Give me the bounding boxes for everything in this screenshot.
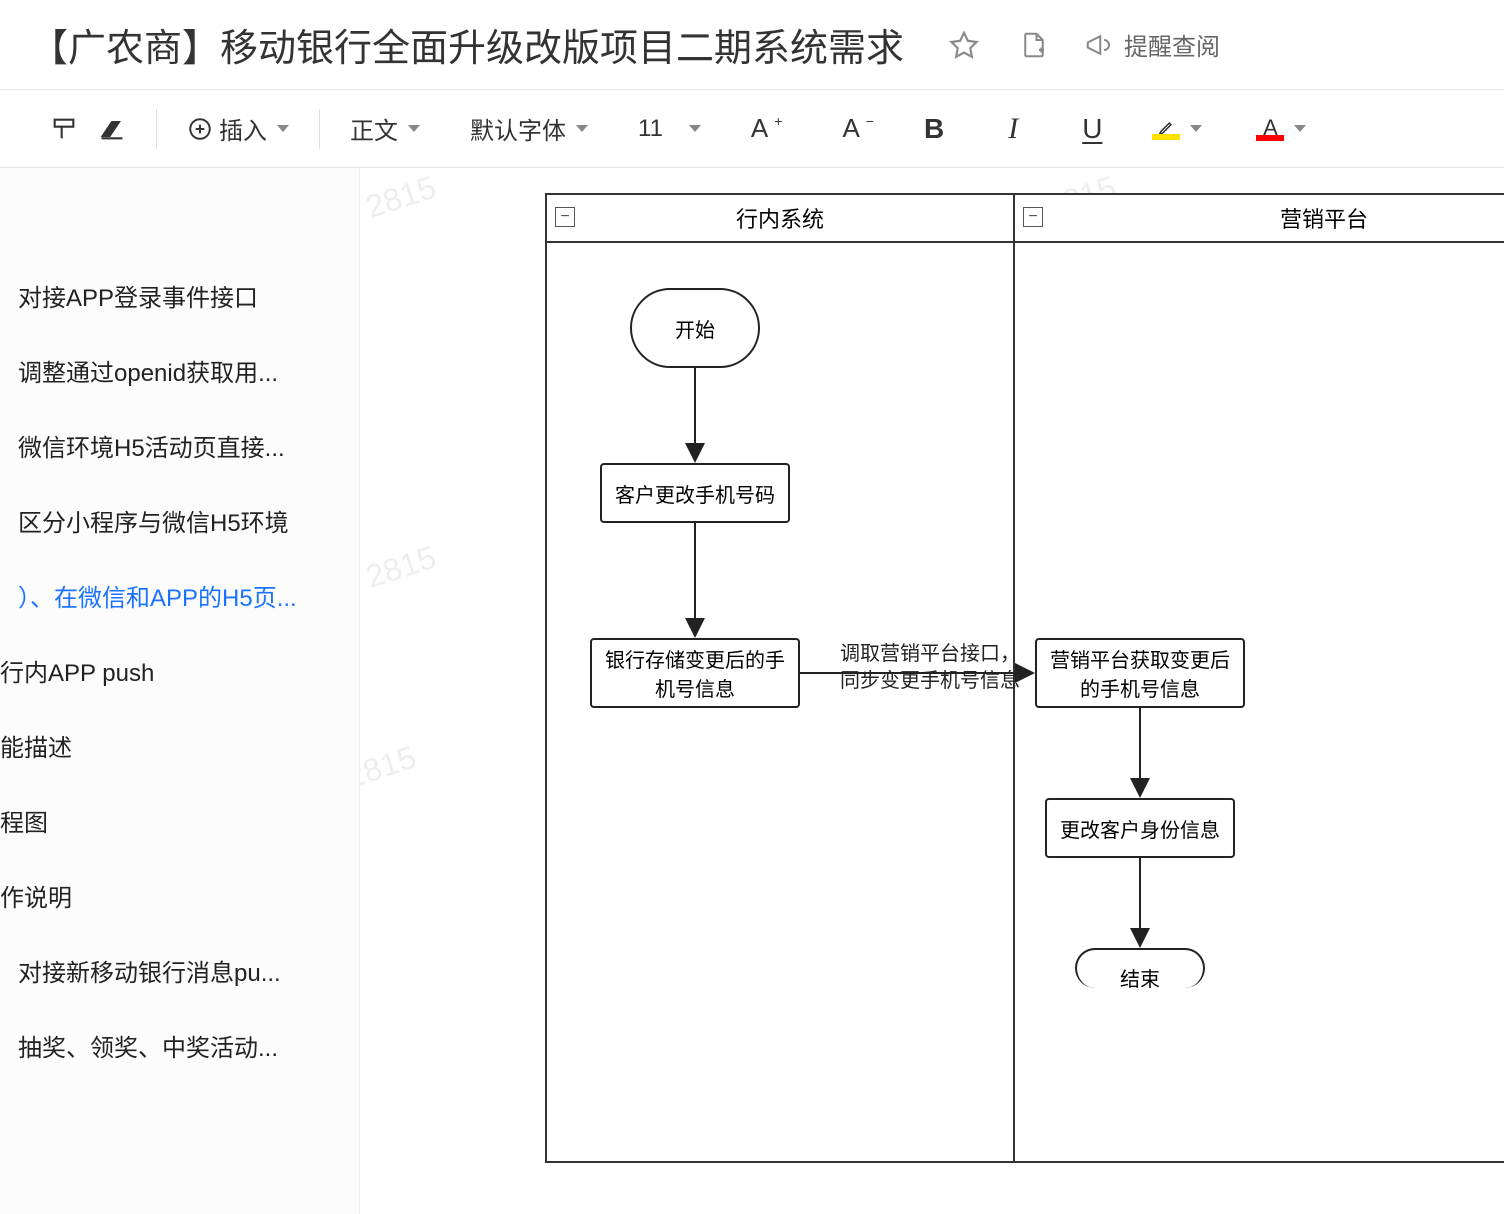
outline-item[interactable]: 程图 (0, 783, 359, 858)
outline-item[interactable]: ）、在微信和APP的H5页... (0, 558, 359, 633)
style-label: 正文 (350, 111, 398, 146)
italic-button[interactable]: I (1008, 109, 1018, 149)
flow-step2: 银行存储变更后的手机号信息 (590, 638, 800, 708)
flow-edge-label: 调取营销平台接口，同步变更手机号信息 (835, 641, 1025, 695)
paragraph-style-select[interactable]: 正文 (350, 109, 420, 149)
flow-end: 结束 (1075, 948, 1205, 988)
collapse-icon[interactable]: − (1023, 207, 1043, 227)
size-label: 11 (638, 115, 663, 143)
step2-label: 银行存储变更后的手机号信息 (600, 644, 790, 702)
start-label: 开始 (675, 314, 715, 343)
decrease-font-button[interactable]: A− (842, 109, 874, 149)
flowchart: − 行内系统 − 营销平台 开始 客户更改手机号码 银行存储变更后的手机号信息 … (545, 193, 1504, 1193)
flow-step3: 营销平台获取变更后的手机号信息 (1035, 638, 1245, 708)
font-color-button[interactable]: A (1256, 109, 1306, 149)
font-size-select[interactable]: 11 (638, 109, 701, 149)
chevron-down-icon (576, 125, 588, 132)
format-painter-button[interactable] (50, 109, 78, 149)
lane-b-title: 营销平台 (1280, 202, 1368, 234)
highlight-color-button[interactable] (1152, 109, 1202, 149)
clear-format-button[interactable] (98, 109, 126, 149)
swimlane-header-b: − 营销平台 (1015, 195, 1504, 243)
font-label: 默认字体 (470, 111, 566, 146)
watermark: 尚攀(Chris) 2815 (360, 168, 441, 280)
insert-button[interactable]: 插入 (187, 109, 289, 149)
step1-label: 客户更改手机号码 (615, 479, 775, 508)
outline-item[interactable]: 对接APP登录事件接口 (0, 258, 359, 333)
remind-button[interactable]: 提醒查阅 (1084, 27, 1220, 62)
flow-start: 开始 (630, 288, 760, 368)
star-icon[interactable] (944, 25, 984, 65)
outline-item[interactable]: 调整通过openid获取用... (0, 333, 359, 408)
outline-item[interactable]: 行内APP push (0, 633, 359, 708)
outline-item[interactable]: 作说明 (0, 858, 359, 933)
flow-step4: 更改客户身份信息 (1045, 798, 1235, 858)
outline-item[interactable]: 能描述 (0, 708, 359, 783)
outline-item[interactable]: 对接新移动银行消息pu... (0, 933, 359, 1008)
chevron-down-icon (408, 125, 420, 132)
chevron-down-icon (1294, 125, 1306, 132)
megaphone-icon (1084, 30, 1114, 60)
step4-label: 更改客户身份信息 (1060, 814, 1220, 843)
outline-item[interactable]: 区分小程序与微信H5环境 (0, 483, 359, 558)
document-header: 【广农商】移动银行全面升级改版项目二期系统需求 提醒查阅 (0, 0, 1504, 90)
toolbar-separator (156, 109, 157, 149)
end-label: 结束 (1120, 963, 1160, 989)
chevron-down-icon (689, 125, 701, 132)
collapse-icon[interactable]: − (555, 207, 575, 227)
formatting-toolbar: 插入 正文 默认字体 11 A+ A− B I U (0, 90, 1504, 168)
bold-button[interactable]: B (924, 109, 944, 149)
document-body: 对接APP登录事件接口调整通过openid获取用...微信环境H5活动页直接..… (0, 168, 1504, 1214)
chevron-down-icon (1190, 125, 1202, 132)
watermark: 尚攀(Chris) 2815 (360, 732, 421, 850)
header-actions: 提醒查阅 (944, 25, 1220, 65)
new-doc-icon[interactable] (1014, 25, 1054, 65)
insert-label: 插入 (219, 111, 267, 146)
lane-a-title: 行内系统 (736, 202, 824, 234)
toolbar-separator (319, 109, 320, 149)
font-family-select[interactable]: 默认字体 (470, 109, 588, 149)
underline-button[interactable]: U (1082, 109, 1102, 149)
swimlane-header-a: − 行内系统 (547, 195, 1013, 243)
document-canvas[interactable]: 尚攀(Chris) 2815 尚攀(Chris) 2815 尚攀(Chris) … (360, 168, 1504, 1214)
outline-item[interactable]: 微信环境H5活动页直接... (0, 408, 359, 483)
increase-font-button[interactable]: A+ (751, 109, 783, 149)
remind-label: 提醒查阅 (1124, 27, 1220, 62)
step3-label: 营销平台获取变更后的手机号信息 (1045, 644, 1235, 702)
outline-panel: 对接APP登录事件接口调整通过openid获取用...微信环境H5活动页直接..… (0, 168, 360, 1214)
outline-item[interactable]: 抽奖、领奖、中奖活动... (0, 1008, 359, 1083)
chevron-down-icon (277, 125, 289, 132)
flow-step1: 客户更改手机号码 (600, 463, 790, 523)
watermark: 尚攀(Chris) 2815 (360, 532, 441, 650)
document-title: 【广农商】移动银行全面升级改版项目二期系统需求 (30, 17, 904, 72)
